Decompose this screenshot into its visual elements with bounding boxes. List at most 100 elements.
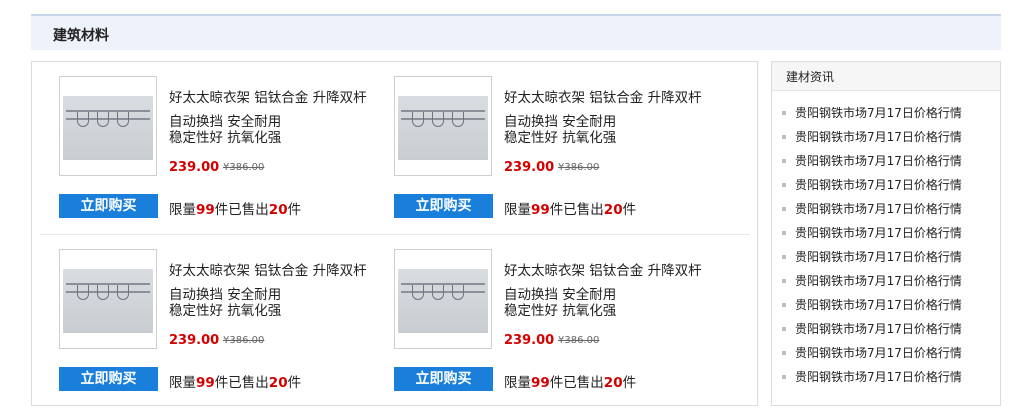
limit-mid: 件已售出	[549, 375, 604, 391]
product-old-price: ¥386.00	[223, 162, 265, 173]
product-description: 自动换挡 安全耐用 稳定性好 抗氧化强	[504, 114, 616, 146]
product-image[interactable]	[394, 249, 492, 349]
product-desc-line: 自动换挡 安全耐用	[504, 114, 617, 130]
limit-mid: 件已售出	[214, 202, 269, 218]
product-card: 好太太晾衣架 铝钛合金 升降双杆 自动换挡 安全耐用 稳定性好 抗氧化强 239…	[394, 76, 714, 226]
limit-mid: 件已售出	[549, 202, 604, 218]
news-link[interactable]: 贵阳钢铁市场7月17日价格行情	[795, 226, 962, 240]
news-item[interactable]: 贵阳钢铁市场7月17日价格行情	[782, 272, 962, 296]
news-item[interactable]: 贵阳钢铁市场7月17日价格行情	[782, 320, 962, 344]
bullet-icon	[782, 254, 786, 259]
sidebar-title: 建材资讯	[786, 70, 835, 84]
sold-qty: 20	[603, 202, 623, 218]
limit-info: 限量99件已售出20件	[169, 371, 301, 391]
section-header: 建筑材料	[31, 14, 1001, 50]
product-description: 自动换挡 安全耐用 稳定性好 抗氧化强	[504, 287, 616, 319]
news-link[interactable]: 贵阳钢铁市场7月17日价格行情	[795, 370, 962, 384]
product-panel: 好太太晾衣架 铝钛合金 升降双杆 自动换挡 安全耐用 稳定性好 抗氧化强 239…	[31, 61, 758, 406]
buy-now-button[interactable]: 立即购买	[394, 194, 493, 218]
limit-prefix: 限量	[504, 202, 531, 218]
sold-qty: 20	[603, 375, 623, 391]
product-image[interactable]	[59, 249, 157, 349]
bullet-icon	[782, 302, 786, 307]
bullet-icon	[782, 206, 786, 211]
buy-now-button[interactable]: 立即购买	[59, 367, 158, 391]
news-item[interactable]: 贵阳钢铁市场7月17日价格行情	[782, 128, 962, 152]
news-item[interactable]: 贵阳钢铁市场7月17日价格行情	[782, 152, 962, 176]
product-price: 239.00	[504, 333, 555, 348]
product-price: 239.00	[504, 160, 555, 175]
product-title[interactable]: 好太太晾衣架 铝钛合金 升降双杆	[504, 86, 702, 106]
bullet-icon	[782, 326, 786, 331]
bullet-icon	[782, 230, 786, 235]
sidebar-header: 建材资讯	[772, 62, 1000, 91]
limit-info: 限量99件已售出20件	[169, 198, 301, 218]
news-item[interactable]: 贵阳钢铁市场7月17日价格行情	[782, 248, 962, 272]
news-link[interactable]: 贵阳钢铁市场7月17日价格行情	[795, 298, 962, 312]
bullet-icon	[782, 158, 786, 163]
limit-suffix: 件	[287, 202, 302, 218]
drying-rack-image	[398, 269, 488, 333]
news-item[interactable]: 贵阳钢铁市场7月17日价格行情	[782, 224, 962, 248]
news-link[interactable]: 贵阳钢铁市场7月17日价格行情	[795, 346, 962, 360]
news-link[interactable]: 贵阳钢铁市场7月17日价格行情	[795, 154, 962, 168]
product-desc-line: 稳定性好 抗氧化强	[504, 303, 617, 319]
product-old-price: ¥386.00	[223, 335, 265, 346]
product-description: 自动换挡 安全耐用 稳定性好 抗氧化强	[169, 114, 281, 146]
product-desc-line: 自动换挡 安全耐用	[504, 287, 617, 303]
product-desc-line: 稳定性好 抗氧化强	[169, 303, 282, 319]
news-sidebar: 建材资讯 贵阳钢铁市场7月17日价格行情 贵阳钢铁市场7月17日价格行情 贵阳钢…	[771, 61, 1001, 406]
product-image[interactable]	[394, 76, 492, 176]
news-item[interactable]: 贵阳钢铁市场7月17日价格行情	[782, 104, 962, 128]
limit-suffix: 件	[287, 375, 302, 391]
row-divider	[40, 234, 750, 235]
limit-prefix: 限量	[169, 202, 196, 218]
product-card: 好太太晾衣架 铝钛合金 升降双杆 自动换挡 安全耐用 稳定性好 抗氧化强 239…	[59, 249, 379, 399]
product-desc-line: 稳定性好 抗氧化强	[169, 130, 282, 146]
bullet-icon	[782, 134, 786, 139]
buy-now-button[interactable]: 立即购买	[59, 194, 158, 218]
news-item[interactable]: 贵阳钢铁市场7月17日价格行情	[782, 200, 962, 224]
news-link[interactable]: 贵阳钢铁市场7月17日价格行情	[795, 130, 962, 144]
bullet-icon	[782, 374, 786, 379]
product-title[interactable]: 好太太晾衣架 铝钛合金 升降双杆	[504, 259, 702, 279]
bullet-icon	[782, 278, 786, 283]
product-title[interactable]: 好太太晾衣架 铝钛合金 升降双杆	[169, 86, 367, 106]
news-list: 贵阳钢铁市场7月17日价格行情 贵阳钢铁市场7月17日价格行情 贵阳钢铁市场7月…	[782, 104, 962, 392]
limit-qty: 99	[196, 375, 215, 391]
news-link[interactable]: 贵阳钢铁市场7月17日价格行情	[795, 178, 962, 192]
product-old-price: ¥386.00	[558, 162, 600, 173]
news-link[interactable]: 贵阳钢铁市场7月17日价格行情	[795, 202, 962, 216]
news-link[interactable]: 贵阳钢铁市场7月17日价格行情	[795, 274, 962, 288]
product-desc-line: 自动换挡 安全耐用	[169, 114, 282, 130]
limit-qty: 99	[531, 202, 550, 218]
news-link[interactable]: 贵阳钢铁市场7月17日价格行情	[795, 106, 962, 120]
product-image[interactable]	[59, 76, 157, 176]
bullet-icon	[782, 110, 786, 115]
limit-qty: 99	[531, 375, 550, 391]
limit-prefix: 限量	[504, 375, 531, 391]
news-item[interactable]: 贵阳钢铁市场7月17日价格行情	[782, 296, 962, 320]
drying-rack-image	[63, 96, 153, 160]
drying-rack-image	[398, 96, 488, 160]
product-price: 239.00	[169, 160, 220, 175]
limit-qty: 99	[196, 202, 215, 218]
buy-now-button[interactable]: 立即购买	[394, 367, 493, 391]
news-link[interactable]: 贵阳钢铁市场7月17日价格行情	[795, 322, 962, 336]
limit-suffix: 件	[622, 202, 637, 218]
news-item[interactable]: 贵阳钢铁市场7月17日价格行情	[782, 368, 962, 392]
news-link[interactable]: 贵阳钢铁市场7月17日价格行情	[795, 250, 962, 264]
product-card: 好太太晾衣架 铝钛合金 升降双杆 自动换挡 安全耐用 稳定性好 抗氧化强 239…	[394, 249, 714, 399]
product-desc-line: 稳定性好 抗氧化强	[504, 130, 617, 146]
product-title[interactable]: 好太太晾衣架 铝钛合金 升降双杆	[169, 259, 367, 279]
product-card: 好太太晾衣架 铝钛合金 升降双杆 自动换挡 安全耐用 稳定性好 抗氧化强 239…	[59, 76, 379, 226]
news-item[interactable]: 贵阳钢铁市场7月17日价格行情	[782, 344, 962, 368]
limit-info: 限量99件已售出20件	[504, 371, 636, 391]
sold-qty: 20	[268, 375, 288, 391]
limit-mid: 件已售出	[214, 375, 269, 391]
news-item[interactable]: 贵阳钢铁市场7月17日价格行情	[782, 176, 962, 200]
limit-info: 限量99件已售出20件	[504, 198, 636, 218]
bullet-icon	[782, 182, 786, 187]
drying-rack-image	[63, 269, 153, 333]
product-desc-line: 自动换挡 安全耐用	[169, 287, 282, 303]
